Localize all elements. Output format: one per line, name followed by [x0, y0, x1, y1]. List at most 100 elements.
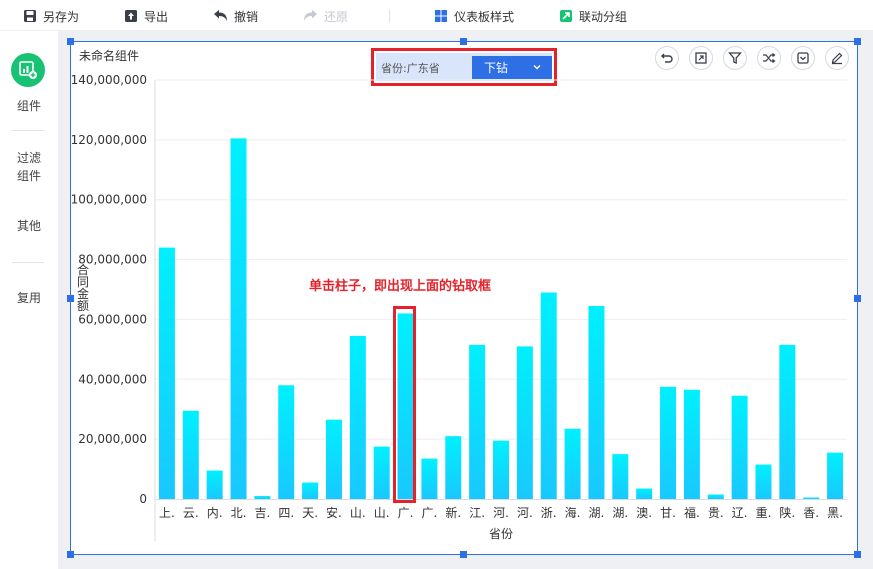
dashboard-style-button[interactable]: 仪表板样式 [434, 6, 514, 26]
left-rail: 组件 过滤 组件 其他 复用 [0, 31, 58, 569]
bar[interactable] [636, 488, 653, 499]
x-tick-label: 天. [302, 506, 318, 520]
y-tick-label: 140,000,000 [71, 73, 147, 87]
bar[interactable] [445, 436, 462, 499]
bar[interactable] [564, 428, 581, 499]
rail-item-components[interactable]: 组件 [0, 97, 58, 115]
components-rail-button[interactable] [11, 53, 45, 87]
x-tick-label: 香. [803, 506, 819, 520]
bar[interactable] [588, 305, 605, 499]
save-as-button[interactable]: 另存为 [23, 6, 79, 26]
link-group-label: 联动分组 [579, 9, 628, 24]
bar[interactable] [493, 440, 509, 499]
expand-icon [695, 52, 707, 64]
x-tick-label: 云. [183, 506, 199, 520]
x-tick-label: 吉. [254, 506, 270, 520]
bar[interactable] [421, 458, 438, 499]
chart-add-icon [19, 61, 37, 79]
bar[interactable] [803, 497, 820, 499]
resize-handle-top-right[interactable] [854, 38, 861, 45]
redo-label: 还原 [324, 9, 349, 24]
y-tick-label: 100,000,000 [71, 193, 147, 207]
x-tick-label: 安. [326, 505, 342, 520]
resize-handle-bottom-right[interactable] [854, 551, 861, 558]
rail-item-filter-components[interactable]: 过滤 组件 [0, 149, 58, 185]
x-tick-label: 河. [493, 506, 509, 520]
undo-icon [214, 10, 227, 21]
shuffle-button[interactable] [757, 46, 781, 70]
y-tick-label: 60,000,000 [78, 312, 147, 326]
bar[interactable] [230, 138, 247, 499]
toolbar-divider [389, 9, 390, 23]
bar[interactable] [731, 395, 748, 499]
rail-item-reuse[interactable]: 复用 [0, 289, 58, 307]
resize-handle-top[interactable] [460, 38, 467, 45]
rail-item-other[interactable]: 其他 [0, 217, 58, 235]
bar[interactable] [349, 335, 366, 499]
export-button[interactable]: 导出 [124, 6, 168, 26]
fullscreen-button[interactable] [689, 46, 713, 70]
x-tick-label: 河. [517, 506, 533, 520]
x-tick-label: 湖. [612, 505, 628, 520]
y-tick-label: 20,000,000 [78, 432, 147, 446]
dashboard-style-label: 仪表板样式 [454, 9, 515, 24]
resize-handle-right[interactable] [854, 295, 861, 302]
bar[interactable] [683, 389, 700, 499]
x-tick-label: 上. [159, 506, 175, 520]
bar[interactable] [158, 247, 175, 499]
bar[interactable] [182, 410, 199, 499]
bar[interactable] [206, 470, 223, 499]
bar[interactable] [278, 385, 295, 499]
bar[interactable] [779, 344, 796, 499]
x-tick-label: 重. [756, 506, 772, 520]
rail-divider [12, 130, 44, 131]
export-label: 导出 [144, 9, 169, 24]
edit-button[interactable] [825, 46, 849, 70]
link-group-button[interactable]: 联动分组 [559, 6, 627, 26]
selected-bar-highlight [393, 306, 416, 503]
bar[interactable] [707, 494, 724, 499]
check-box-icon [797, 52, 809, 64]
bar[interactable] [660, 386, 677, 499]
bar[interactable] [755, 464, 772, 499]
x-tick-label: 黑. [827, 506, 843, 520]
bar[interactable] [302, 482, 319, 499]
y-tick-label: 40,000,000 [78, 372, 147, 386]
resize-handle-bottom-left[interactable] [67, 551, 74, 558]
undo-button[interactable]: 撤销 [213, 6, 258, 26]
bar[interactable] [254, 496, 271, 499]
annotation-text: 单击柱子，即出现上面的钻取框 [309, 279, 492, 294]
bar[interactable] [827, 452, 844, 499]
reset-icon [661, 53, 673, 63]
resize-handle-bottom[interactable] [460, 551, 467, 558]
x-tick-label: 辽. [732, 506, 748, 520]
rail-divider [12, 262, 44, 263]
shuffle-icon [763, 53, 776, 63]
x-tick-label: 广. [398, 506, 414, 520]
x-tick-label: 新. [445, 505, 461, 520]
widget-title: 未命名组件 [79, 49, 140, 63]
bar[interactable] [469, 344, 486, 499]
redo-button[interactable]: 还原 [303, 6, 348, 26]
x-tick-label: 福. [684, 505, 700, 520]
y-axis-title: 合同金额 [77, 263, 90, 313]
x-tick-label: 广. [421, 506, 437, 520]
resize-handle-top-left[interactable] [67, 38, 74, 45]
x-axis-title: 省份 [489, 527, 514, 541]
x-tick-label: 江. [469, 506, 485, 520]
x-tick-label: 甘. [660, 506, 676, 520]
x-tick-label: 澳. [636, 506, 652, 520]
dashboard-style-icon [435, 10, 447, 22]
x-tick-label: 陕. [779, 505, 795, 520]
bar[interactable] [373, 446, 390, 499]
bar[interactable] [540, 292, 557, 499]
bar[interactable] [325, 419, 342, 499]
select-button[interactable] [791, 46, 815, 70]
reset-button[interactable] [655, 46, 679, 70]
filter-button[interactable] [723, 46, 747, 70]
bar[interactable] [612, 454, 629, 499]
bar-chart: 020,000,00040,000,00060,000,00080,000,00… [71, 73, 847, 541]
save-icon [24, 10, 36, 22]
x-tick-label: 贵. [708, 506, 724, 520]
bar[interactable] [516, 346, 533, 499]
